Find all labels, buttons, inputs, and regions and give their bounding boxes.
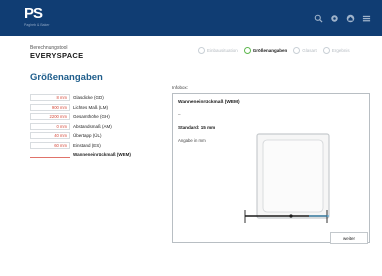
- infobox-dash: –: [178, 112, 181, 117]
- infobox-unit: Angabe in mm: [178, 138, 206, 143]
- infobox-caption: Infobox:: [172, 85, 189, 90]
- glass-joint: [289, 214, 293, 218]
- uebertapp-input[interactable]: 40 mm: [30, 132, 70, 140]
- einstand-input[interactable]: 60 mm: [30, 141, 70, 149]
- next-button[interactable]: weiter: [330, 232, 368, 244]
- step-circle: [198, 47, 205, 54]
- logo[interactable]: PS Pagheb & Baker: [24, 6, 52, 30]
- bathtub-diagram: [244, 133, 330, 223]
- field-label: Übertapp (ÜL): [73, 133, 102, 139]
- field-row-gesamthoehe: 2200 mm Gesamthöhe (GH): [30, 112, 170, 122]
- step-ergebnis[interactable]: Ergebnis: [322, 47, 350, 54]
- field-row-uebertapp: 40 mm Übertapp (ÜL): [30, 131, 170, 141]
- section-title: Größenangaben: [30, 72, 103, 83]
- header-icons: [308, 12, 372, 24]
- step-einbausituation[interactable]: Einbausituation: [198, 47, 238, 54]
- app-header: PS Pagheb & Baker: [0, 0, 382, 36]
- field-row-abstandsmass: 0 mm Abstandsmaß (AM): [30, 122, 170, 132]
- field-label: Gesamthöhe (GH): [73, 114, 110, 120]
- logo-subtitle: Pagheb & Baker: [24, 23, 50, 27]
- wanneneinrueckmass-input[interactable]: [30, 151, 70, 158]
- step-circle: [322, 47, 330, 54]
- home-icon[interactable]: [344, 12, 356, 24]
- search-icon[interactable]: [312, 12, 324, 24]
- abstandsmass-input[interactable]: 0 mm: [30, 122, 70, 130]
- step-label: Ergebnis: [331, 48, 350, 53]
- glasdicke-input[interactable]: 8 mm: [30, 94, 70, 102]
- step-label: Glasart: [302, 48, 317, 53]
- lichtes-mass-input[interactable]: 900 mm: [30, 103, 70, 111]
- step-label: Einbausituation: [207, 48, 238, 53]
- logo-mark: PS: [24, 5, 43, 22]
- field-row-einstand: 60 mm Einstand (ES): [30, 141, 170, 151]
- step-glasart[interactable]: Glasart: [293, 47, 317, 54]
- step-groessenangaben[interactable]: Größenangaben: [243, 47, 288, 54]
- field-label: Lichtes Maß (LM): [73, 104, 109, 110]
- field-label: Wanneneinrückmaß (WEM): [73, 152, 131, 158]
- step-indicator: Einbausituation Größenangaben Glasart Er…: [198, 47, 356, 54]
- settings-icon[interactable]: [328, 12, 340, 24]
- field-row-lichtes-mass: 900 mm Lichtes Maß (LM): [30, 103, 170, 113]
- gesamthoehe-input[interactable]: 2200 mm: [30, 113, 70, 121]
- menu-icon[interactable]: [360, 12, 372, 24]
- field-row-glasdicke: 8 mm Glasdicke (GD): [30, 93, 170, 103]
- field-list: 8 mm Glasdicke (GD) 900 mm Lichtes Maß (…: [30, 93, 170, 160]
- tub-inner: [262, 139, 324, 213]
- infobox-title: Wanneneinrückmaß (WEM): [178, 100, 240, 105]
- step-circle: [243, 47, 251, 54]
- tool-name: EVERYSPACE: [30, 51, 84, 60]
- field-label: Glasdicke (GD): [73, 95, 104, 101]
- step-circle: [293, 47, 301, 54]
- infobox: Wanneneinrückmaß (WEM) – Standard: 15 mm…: [172, 93, 370, 243]
- field-row-wanneneinrueckmass: Wanneneinrückmaß (WEM): [30, 150, 170, 160]
- field-label: Abstandsmaß (AM): [73, 123, 112, 129]
- step-label: Größenangaben: [252, 48, 288, 53]
- main-content: Berechnungstool EVERYSPACE Einbausituati…: [0, 36, 382, 276]
- field-label: Einstand (ES): [73, 142, 101, 148]
- infobox-standard: Standard: 15 mm: [178, 125, 216, 130]
